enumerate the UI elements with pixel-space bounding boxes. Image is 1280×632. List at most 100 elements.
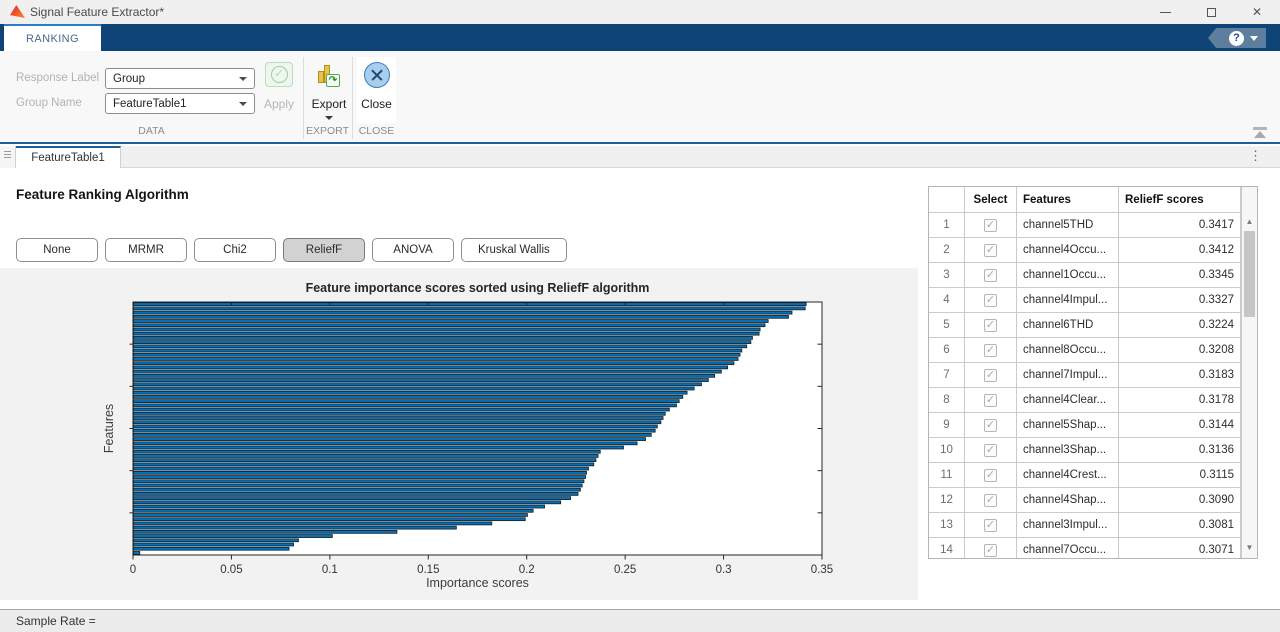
row-score: 0.3081 [1119, 513, 1241, 538]
row-select-cell [965, 413, 1017, 438]
row-rank: 4 [929, 288, 965, 313]
matlab-logo-icon [10, 5, 25, 18]
algorithm-button-kruskal-wallis[interactable]: Kruskal Wallis [461, 238, 567, 262]
svg-text:Feature importance scores sort: Feature importance scores sorted using R… [306, 281, 650, 295]
row-score: 0.3136 [1119, 438, 1241, 463]
tab-featuretable1-label: FeatureTable1 [31, 152, 105, 164]
page-title: Feature Ranking Algorithm [16, 187, 189, 202]
select-checkbox[interactable] [984, 494, 997, 507]
row-rank: 14 [929, 538, 965, 559]
apply-check-icon: ✓ [265, 62, 293, 87]
table-row: 3channel1Occu...0.3345 [929, 263, 1257, 288]
table-header-col-features: Features [1017, 187, 1119, 213]
row-select-cell [965, 513, 1017, 538]
row-feature-name: channel5Shap... [1017, 413, 1119, 438]
close-circle-icon [364, 62, 390, 88]
select-checkbox[interactable] [984, 344, 997, 357]
scrollbar-thumb[interactable] [1244, 231, 1255, 317]
select-checkbox[interactable] [984, 519, 997, 532]
ranking-table: SelectFeaturesReliefF scores1channel5THD… [928, 186, 1258, 559]
row-score: 0.3115 [1119, 463, 1241, 488]
row-select-cell [965, 263, 1017, 288]
row-select-cell [965, 363, 1017, 388]
row-rank: 8 [929, 388, 965, 413]
export-label: Export [309, 97, 349, 111]
select-checkbox[interactable] [984, 544, 997, 557]
help-dropdown-icon [1250, 36, 1258, 41]
scrollbar-down-icon[interactable]: ▼ [1242, 543, 1257, 552]
algorithm-button-mrmr[interactable]: MRMR [105, 238, 187, 262]
algorithm-button-none[interactable]: None [16, 238, 98, 262]
select-checkbox[interactable] [984, 244, 997, 257]
select-checkbox[interactable] [984, 394, 997, 407]
row-rank: 2 [929, 238, 965, 263]
select-checkbox[interactable] [984, 369, 997, 382]
row-select-cell [965, 213, 1017, 238]
table-row: 6channel8Occu...0.3208 [929, 338, 1257, 363]
table-row: 10channel3Shap...0.3136 [929, 438, 1257, 463]
svg-text:Features: Features [102, 404, 116, 453]
export-icon: ↷ [318, 62, 340, 87]
help-button[interactable]: ? [1208, 28, 1266, 48]
algorithm-button-anova[interactable]: ANOVA [372, 238, 454, 262]
row-feature-name: channel7Occu... [1017, 538, 1119, 559]
minimize-button[interactable] [1142, 0, 1188, 24]
algorithm-button-relieff[interactable]: ReliefF [283, 238, 365, 262]
select-checkbox[interactable] [984, 269, 997, 282]
row-feature-name: channel4Crest... [1017, 463, 1119, 488]
row-feature-name: channel8Occu... [1017, 338, 1119, 363]
select-checkbox[interactable] [984, 469, 997, 482]
svg-text:0.25: 0.25 [614, 564, 636, 576]
select-checkbox[interactable] [984, 419, 997, 432]
tab-featuretable1[interactable]: FeatureTable1 [16, 146, 121, 168]
select-checkbox[interactable] [984, 294, 997, 307]
table-row: 12channel4Shap...0.3090 [929, 488, 1257, 513]
row-select-cell [965, 313, 1017, 338]
title-bar: Signal Feature Extractor* ✕ [0, 0, 1280, 24]
row-score: 0.3090 [1119, 488, 1241, 513]
maximize-icon [1207, 8, 1216, 17]
group-name-dropdown[interactable]: FeatureTable1 [105, 93, 255, 114]
select-checkbox[interactable] [984, 319, 997, 332]
svg-text:0.3: 0.3 [716, 564, 732, 576]
sample-rate-text: Sample Rate = [16, 614, 96, 628]
row-feature-name: channel4Impul... [1017, 288, 1119, 313]
table-row: 4channel4Impul...0.3327 [929, 288, 1257, 313]
row-select-cell [965, 288, 1017, 313]
export-dropdown-icon[interactable] [325, 116, 333, 120]
close-button[interactable]: Close [357, 57, 396, 123]
table-row: 7channel7Impul...0.3183 [929, 363, 1257, 388]
tab-options-icon[interactable]: ⋮ [1249, 148, 1262, 164]
row-select-cell [965, 338, 1017, 363]
export-button[interactable]: ↷ Export [309, 62, 349, 120]
table-row: 2channel4Occu...0.3412 [929, 238, 1257, 263]
table-header-col-select: Select [965, 187, 1017, 213]
row-select-cell [965, 238, 1017, 263]
row-score: 0.3417 [1119, 213, 1241, 238]
chevron-down-icon [239, 102, 247, 106]
section-label-data: DATA [0, 125, 303, 137]
response-label-dropdown[interactable]: Group [105, 68, 255, 89]
tab-ranking[interactable]: RANKING [4, 24, 101, 51]
row-select-cell [965, 488, 1017, 513]
apply-button[interactable]: ✓ Apply [260, 62, 298, 111]
table-row: 1channel5THD0.3417 [929, 213, 1257, 238]
select-checkbox[interactable] [984, 444, 997, 457]
table-row: 13channel3Impul...0.3081 [929, 513, 1257, 538]
select-checkbox[interactable] [984, 219, 997, 232]
scrollbar-up-icon[interactable]: ▲ [1242, 217, 1257, 226]
row-score: 0.3412 [1119, 238, 1241, 263]
maximize-button[interactable] [1188, 0, 1234, 24]
collapse-toolstrip-button[interactable] [1252, 127, 1268, 138]
table-scrollbar[interactable]: ▲▼ [1241, 187, 1257, 558]
algorithm-button-chi2[interactable]: Chi2 [194, 238, 276, 262]
section-label-export: EXPORT [303, 125, 352, 137]
status-bar: Sample Rate = [0, 609, 1280, 632]
row-feature-name: channel3Impul... [1017, 513, 1119, 538]
ribbon-tab-strip: RANKING ? [0, 24, 1280, 51]
window-close-button[interactable]: ✕ [1234, 0, 1280, 24]
help-icon: ? [1229, 31, 1244, 46]
svg-text:0.05: 0.05 [220, 564, 242, 576]
tab-grip[interactable] [0, 146, 16, 168]
row-score: 0.3345 [1119, 263, 1241, 288]
